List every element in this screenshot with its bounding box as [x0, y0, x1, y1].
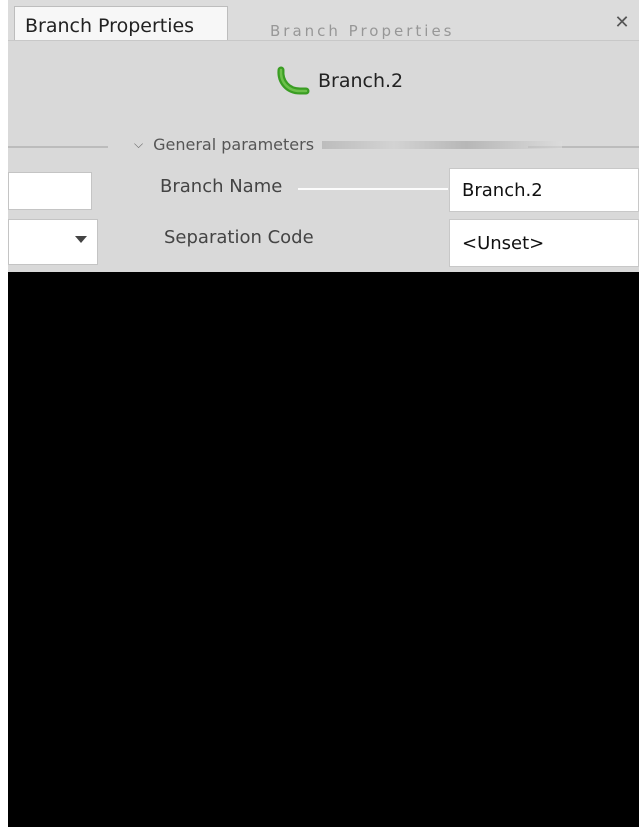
label-underline [298, 188, 448, 190]
tab-label: Branch Properties [25, 15, 195, 37]
chevron-down-icon [75, 236, 87, 243]
object-header: Branch.2 [276, 66, 403, 96]
section-rule-left [8, 146, 108, 148]
left-dropdown[interactable] [8, 219, 98, 265]
separation-code-label: Separation Code [164, 227, 314, 248]
section-title: General parameters [153, 135, 315, 154]
section-general-parameters[interactable]: ⌵ General parameters [134, 135, 563, 154]
object-name: Branch.2 [318, 70, 404, 92]
chevron-down-icon: ⌵ [134, 137, 144, 151]
section-header-artifact [322, 140, 563, 149]
branch-name-field[interactable]: Branch.2 [449, 168, 639, 212]
tab-strip: Branch Properties Branch Properties ✕ [8, 0, 639, 40]
tab-branch-properties[interactable]: Branch Properties [14, 6, 228, 40]
left-text-field[interactable] [8, 172, 92, 210]
header-divider [8, 40, 639, 41]
tab-ghost-label: Branch Properties [270, 22, 455, 40]
branch-name-label: Branch Name [160, 176, 283, 197]
close-icon[interactable]: ✕ [613, 14, 631, 32]
content-area [8, 272, 639, 827]
properties-panel: Branch Properties Branch Properties ✕ Br… [8, 0, 639, 272]
properties-window: Branch Properties Branch Properties ✕ Br… [8, 0, 639, 827]
separation-code-field[interactable]: <Unset> [449, 219, 639, 267]
branch-icon [277, 66, 310, 95]
